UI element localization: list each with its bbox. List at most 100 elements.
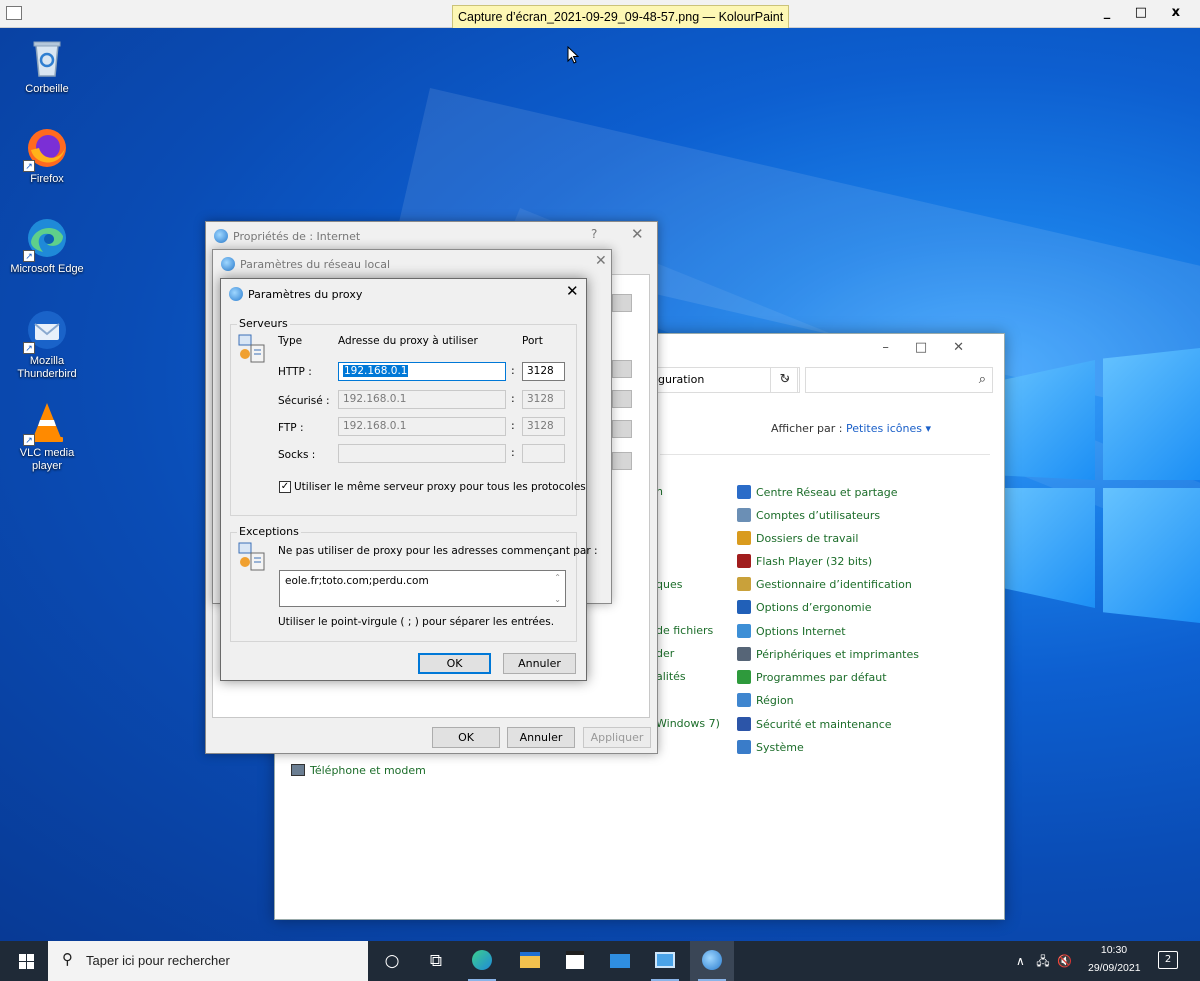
close-button[interactable]: ✕ <box>595 253 607 269</box>
cp-item-label: Périphériques et imprimantes <box>756 648 919 661</box>
task-view-icon[interactable]: ⧉ <box>414 941 458 981</box>
exceptions-textarea[interactable]: eole.fr;toto.com;perdu.com ⌃ ⌄ <box>279 570 566 607</box>
cancel-button[interactable]: Annuler <box>503 653 576 674</box>
cp-item-devices-printers[interactable]: Périphériques et imprimantes <box>737 647 919 661</box>
internet-options-taskbar-icon[interactable] <box>690 941 734 981</box>
same-proxy-checkbox[interactable]: ✓ <box>279 481 291 493</box>
edge-icon: ↗ <box>23 216 69 262</box>
hidden-button[interactable] <box>612 452 632 470</box>
logo-pane <box>995 488 1095 608</box>
exceptions-hint: Utiliser le point-virgule ( ; ) pour sép… <box>278 616 555 628</box>
close-button[interactable]: ✕ <box>566 282 579 300</box>
cp-item-system[interactable]: Système <box>737 740 804 754</box>
credential-manager-icon <box>737 577 751 591</box>
firefox-icon: ↗ <box>23 126 69 172</box>
apply-button[interactable]: Appliquer <box>583 727 651 748</box>
desktop-icon-label: Corbeille <box>25 83 69 95</box>
window-title: Capture d’écran_2021-09-29_09-48-57.png … <box>452 5 790 30</box>
ok-button[interactable]: OK <box>432 727 500 748</box>
control-panel-window-controls[interactable]: –□✕ <box>882 340 990 355</box>
socks-port-input[interactable] <box>522 444 565 463</box>
window-controls[interactable]: _ □ x <box>1104 5 1190 20</box>
network-icon[interactable]: 🖧 <box>1036 954 1049 968</box>
control-panel-item-partial[interactable]: de fichiers <box>656 624 713 637</box>
volume-muted-icon[interactable]: 🔇 <box>1057 954 1072 968</box>
region-icon <box>737 693 751 707</box>
kolourpaint-titlebar: Capture d’écran_2021-09-29_09-48-57.png … <box>0 0 1200 30</box>
desktop-icon-vlc[interactable]: ↗ VLC media player <box>4 400 90 473</box>
start-button[interactable] <box>0 941 48 981</box>
port-separator: : <box>511 364 515 377</box>
refresh-icon[interactable]: ↻ <box>770 367 800 393</box>
cp-item-flash-player[interactable]: Flash Player (32 bits) <box>737 554 872 568</box>
control-panel-item-partial[interactable]: ques <box>656 578 682 591</box>
mail-icon[interactable] <box>598 941 642 981</box>
control-panel-item-partial[interactable]: Windows 7) <box>656 717 720 730</box>
desktop-icon-thunderbird[interactable]: ↗ Mozilla Thunderbird <box>4 308 90 381</box>
hidden-button[interactable] <box>612 420 632 438</box>
cp-item-network-center[interactable]: Centre Réseau et partage <box>737 485 898 499</box>
clock-date[interactable]: 29/09/2021 <box>1088 962 1141 974</box>
cp-item-security-maintenance[interactable]: Sécurité et maintenance <box>737 717 892 731</box>
scroll-down-icon[interactable]: ⌄ <box>554 595 561 604</box>
exceptions-description: Ne pas utiliser de proxy pour les adress… <box>278 545 598 557</box>
cancel-button[interactable]: Annuler <box>507 727 575 748</box>
cp-item-credential-manager[interactable]: Gestionnaire d’identification <box>737 577 912 591</box>
secure-address-input[interactable]: 192.168.0.1 <box>338 390 506 409</box>
dialog-title-text: Propriétés de : Internet <box>233 230 361 243</box>
flash-player-icon <box>737 554 751 568</box>
cp-item-region[interactable]: Région <box>737 693 794 707</box>
control-panel-item-partial[interactable]: alités <box>656 670 686 683</box>
cp-item-label: Options d’ergonomie <box>756 601 872 614</box>
default-programs-icon <box>737 670 751 684</box>
ftp-address-input[interactable]: 192.168.0.1 <box>338 417 506 436</box>
hidden-button[interactable] <box>612 360 632 378</box>
secure-port-input[interactable]: 3128 <box>522 390 565 409</box>
notifications-icon[interactable]: 2 <box>1158 951 1178 969</box>
ok-button[interactable]: OK <box>418 653 491 674</box>
http-address-value: 192.168.0.1 <box>343 365 409 377</box>
control-panel-item-partial[interactable]: der <box>656 647 674 660</box>
port-separator: : <box>511 446 515 459</box>
search-placeholder: Taper ici pour rechercher <box>86 953 230 968</box>
store-icon[interactable] <box>553 941 597 981</box>
ftp-port-input[interactable]: 3128 <box>522 417 565 436</box>
hidden-button[interactable] <box>612 390 632 408</box>
cortana-icon[interactable]: ○ <box>370 941 414 981</box>
file-explorer-icon[interactable] <box>508 941 552 981</box>
view-by-dropdown[interactable]: Petites icônes ▾ <box>846 422 931 435</box>
control-panel-search-input[interactable]: ⌕ <box>805 367 993 393</box>
http-port-input[interactable]: 3128 <box>522 362 565 381</box>
recycle-bin-icon <box>25 36 69 80</box>
cp-item-phone-modem[interactable]: Téléphone et modem <box>291 764 426 777</box>
system-tray[interactable]: ∧ 🖧 🔇 <box>1016 941 1072 981</box>
cp-item-label: Sécurité et maintenance <box>756 718 892 731</box>
http-label: HTTP : <box>278 366 312 378</box>
network-computer-icon <box>238 334 265 363</box>
clock-time[interactable]: 10:30 <box>1098 944 1130 956</box>
proxy-settings-dialog[interactable]: Paramètres du proxy ✕ Serveurs Type Adre… <box>220 278 598 681</box>
windows-logo-icon <box>27 954 34 961</box>
control-panel-taskbar-icon[interactable] <box>643 941 687 981</box>
cp-item-default-programs[interactable]: Programmes par défaut <box>737 670 887 684</box>
cp-item-work-folders[interactable]: Dossiers de travail <box>737 531 858 545</box>
close-button[interactable]: ✕ <box>631 225 644 243</box>
edge-taskbar-icon[interactable] <box>460 941 504 981</box>
hidden-button[interactable] <box>612 294 632 312</box>
address-column-header: Adresse du proxy à utiliser <box>338 335 478 347</box>
logo-pane <box>1103 488 1200 623</box>
desktop-icon-recycle-bin[interactable]: Corbeille <box>4 36 90 96</box>
help-button[interactable]: ? <box>591 227 597 241</box>
type-column-header: Type <box>278 335 303 347</box>
chevron-up-icon[interactable]: ∧ <box>1016 954 1025 968</box>
windows-logo-icon <box>19 954 26 961</box>
socks-address-input[interactable] <box>338 444 506 463</box>
cp-item-ease-of-access[interactable]: Options d’ergonomie <box>737 600 871 614</box>
desktop-icon-edge[interactable]: ↗ Microsoft Edge <box>4 216 90 276</box>
http-address-input[interactable]: 192.168.0.1 <box>338 362 506 381</box>
cp-item-user-accounts[interactable]: Comptes d’utilisateurs <box>737 508 880 522</box>
scroll-up-icon[interactable]: ⌃ <box>554 573 561 582</box>
desktop-icon-firefox[interactable]: ↗ Firefox <box>4 126 90 186</box>
taskbar-search-box[interactable]: ⚲ Taper ici pour rechercher <box>48 941 368 981</box>
cp-item-internet-options[interactable]: Options Internet <box>737 624 846 638</box>
